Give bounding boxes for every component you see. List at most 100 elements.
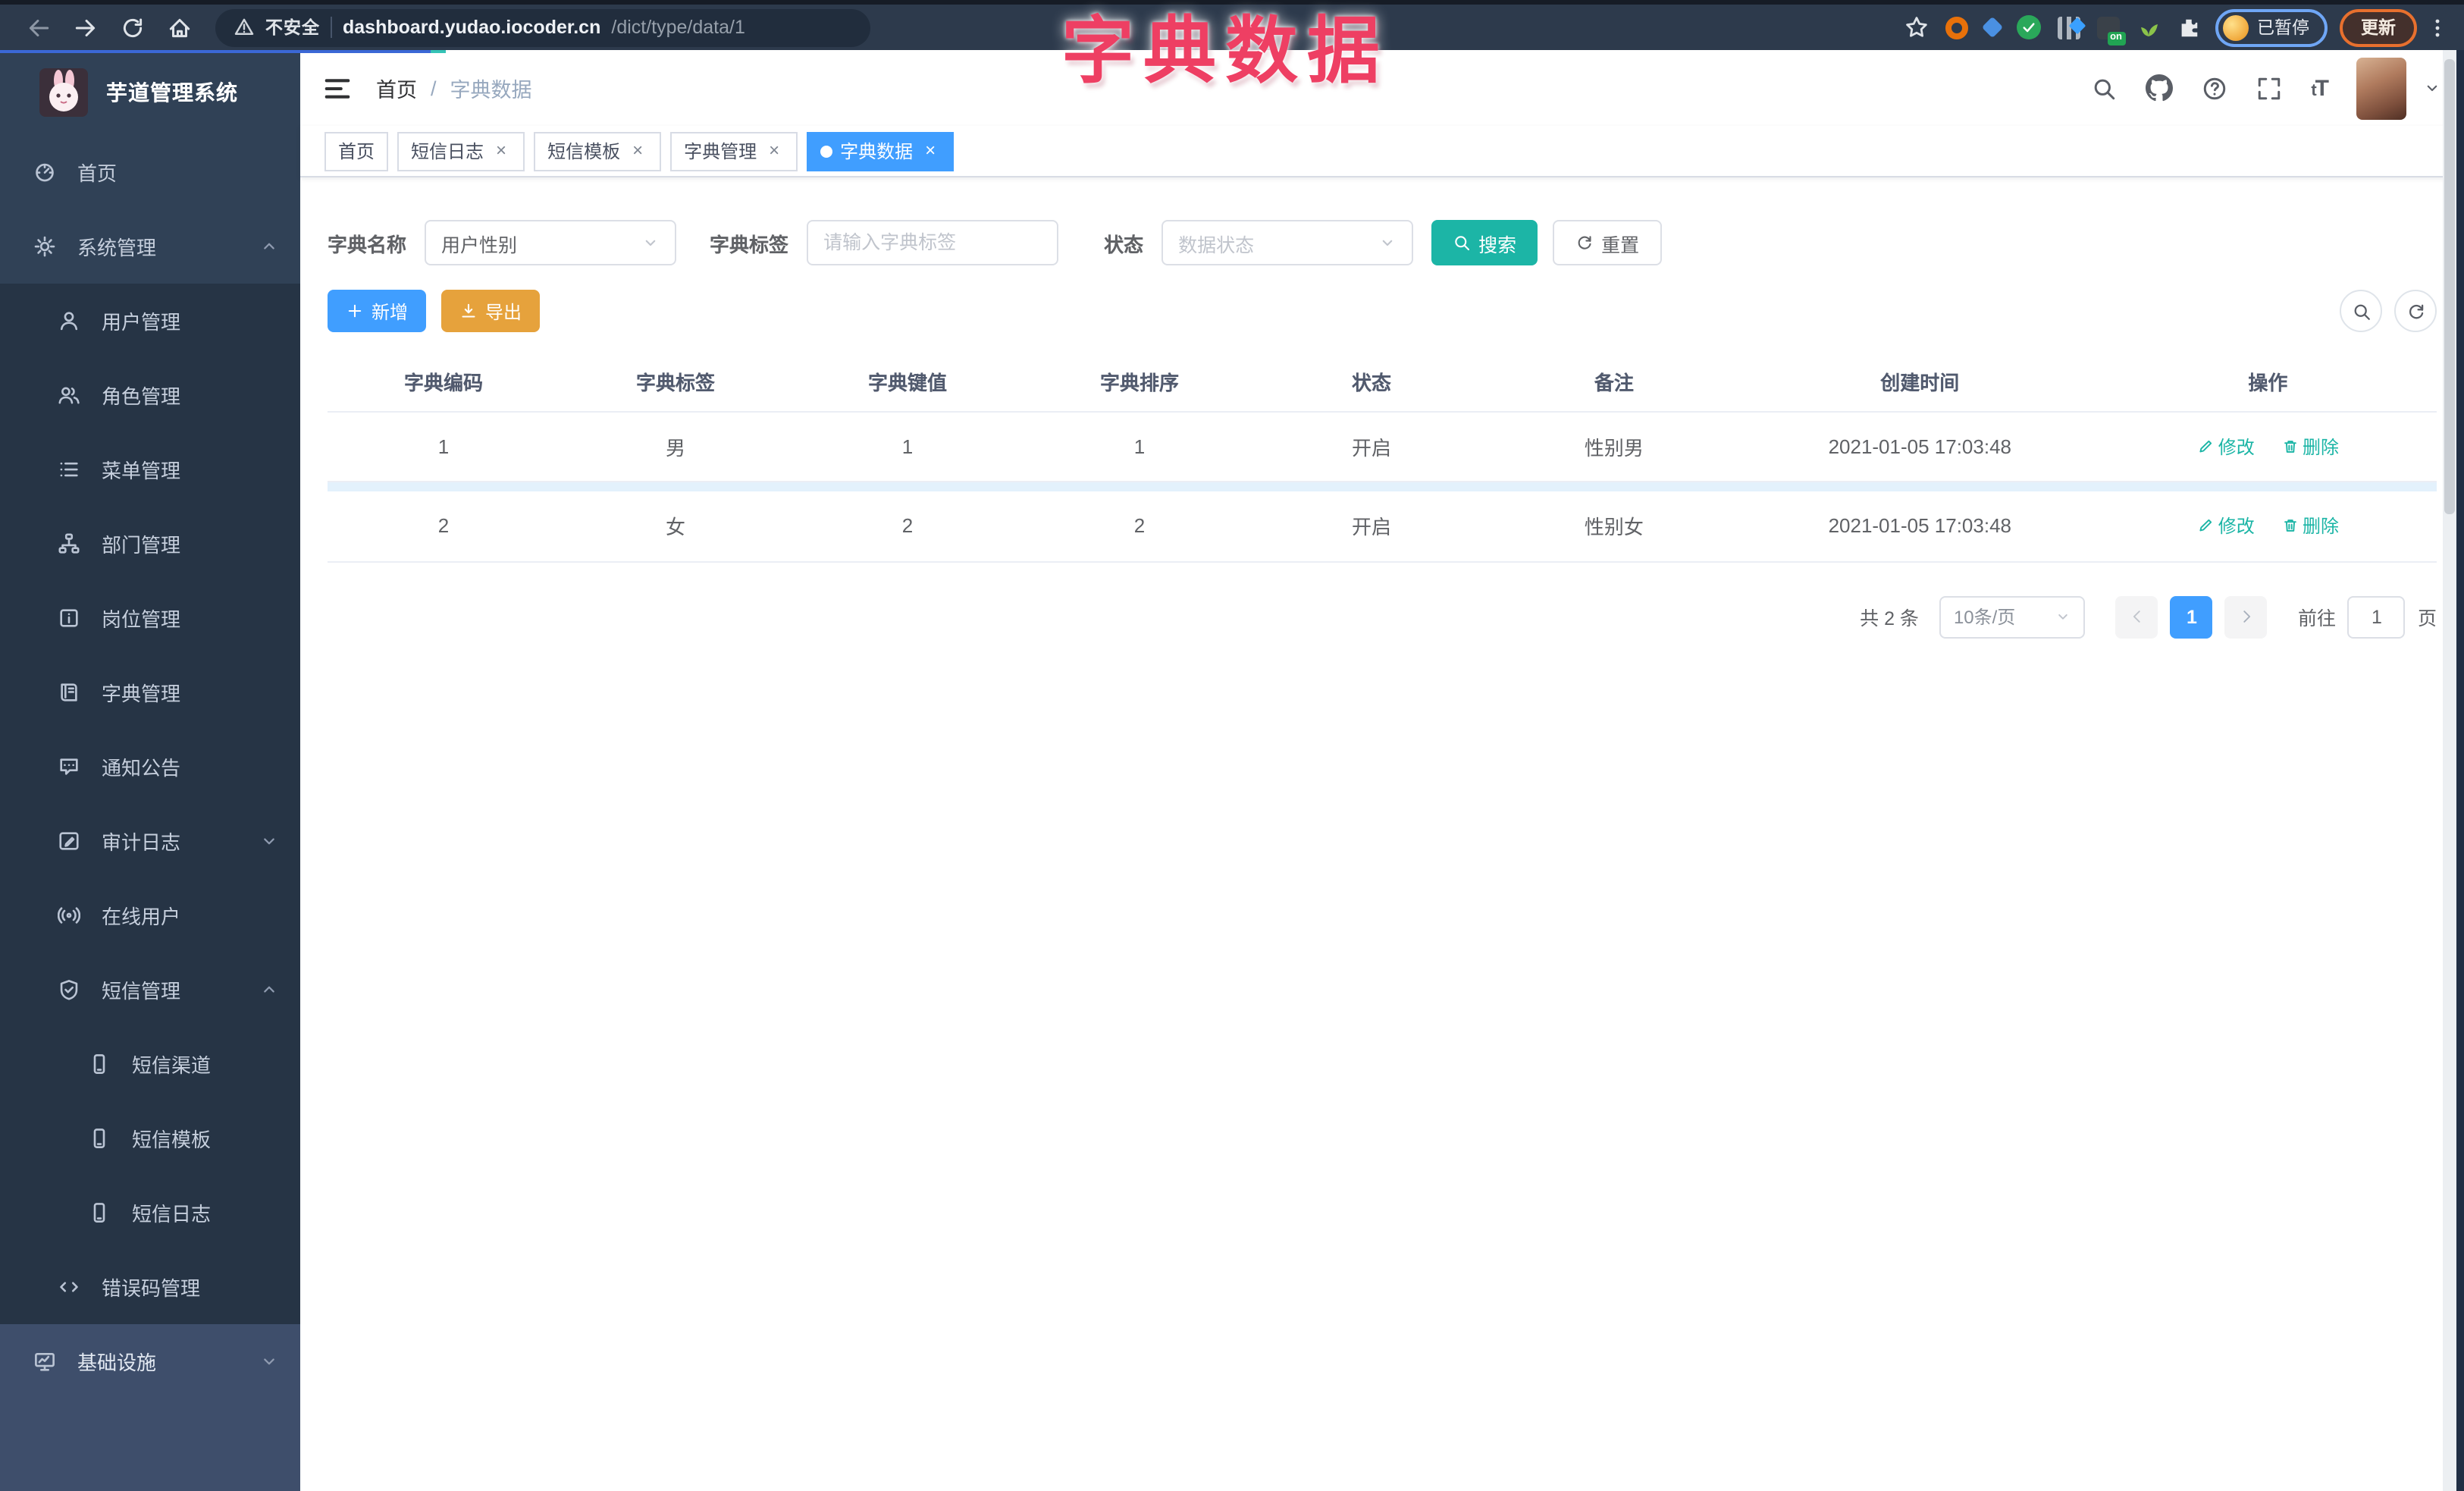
sidebar-item-sms-management[interactable]: 短信管理 [0, 953, 300, 1027]
tags-view-bar: 首页 短信日志 × 短信模板 × 字典管理 × 字典数据 × [300, 126, 2464, 177]
badge-icon [58, 607, 80, 629]
close-icon[interactable]: × [491, 141, 511, 161]
delete-button[interactable]: 删除 [2281, 433, 2339, 459]
sidebar-item-notice[interactable]: 通知公告 [0, 730, 300, 804]
sidebar-item-role-management[interactable]: 角色管理 [0, 358, 300, 432]
phone-icon [88, 1201, 111, 1224]
org-tree-icon [58, 532, 80, 555]
trash-icon [2281, 518, 2298, 535]
tab-sms-template[interactable]: 短信模板 × [534, 131, 662, 171]
message-icon [58, 755, 80, 778]
sidebar-item-audit-log[interactable]: 审计日志 [0, 804, 300, 878]
status-select[interactable]: 数据状态 [1161, 220, 1414, 265]
window-edge [2456, 50, 2464, 1491]
table-row: 2 女 2 2 开启 性别女 2021-01-05 17:03:48 修改 删除 [328, 491, 2437, 562]
kebab-menu-icon[interactable] [2426, 16, 2449, 39]
total-count: 共 2 条 [1860, 608, 1919, 629]
search-icon[interactable] [2091, 75, 2117, 101]
tab-home[interactable]: 首页 [324, 131, 389, 171]
sidebar-logo[interactable]: 芋道管理系统 [0, 50, 300, 135]
next-page-button[interactable] [2224, 595, 2268, 638]
home-icon[interactable] [167, 14, 193, 40]
edit-button[interactable]: 修改 [2197, 513, 2255, 539]
sidebar-item-sms-template[interactable]: 短信模板 [0, 1101, 300, 1176]
tab-dict-data[interactable]: 字典数据 × [807, 131, 955, 171]
pagination: 共 2 条 10条/页 1 前往 页 [328, 595, 2437, 638]
font-size-icon[interactable]: tT [2311, 75, 2329, 101]
update-button[interactable]: 更新 [2340, 8, 2417, 46]
sidebar-item-error-code[interactable]: 错误码管理 [0, 1250, 300, 1324]
dashboard-icon [33, 161, 56, 184]
dict-name-select[interactable]: 用户性别 [425, 220, 677, 265]
help-icon[interactable] [2202, 75, 2227, 101]
dict-tag-input[interactable] [823, 232, 1042, 253]
blue-drop-extension-icon[interactable] [1980, 16, 2003, 39]
phone-icon [88, 1127, 111, 1150]
back-icon[interactable] [26, 14, 52, 40]
security-label: 不安全 [265, 20, 320, 38]
breadcrumb-home[interactable]: 首页 [376, 73, 417, 103]
goto-page-input[interactable] [2347, 595, 2406, 638]
sidebar-item-dept-management[interactable]: 部门管理 [0, 507, 300, 581]
bars-extension-icon[interactable] [2057, 16, 2080, 39]
dict-tag-label: 字典标签 [710, 233, 789, 256]
reset-button[interactable]: 重置 [1553, 220, 1663, 265]
sidebar-item-dict-management[interactable]: 字典管理 [0, 655, 300, 730]
scrollbar-track[interactable] [2443, 50, 2456, 1491]
forward-icon[interactable] [73, 14, 99, 40]
caret-down-icon[interactable] [2423, 79, 2441, 97]
prev-page-button[interactable] [2115, 595, 2158, 638]
sidebar-item-sms-channel[interactable]: 短信渠道 [0, 1027, 300, 1101]
sprout-extension-icon[interactable] [2136, 15, 2160, 39]
fullscreen-icon[interactable] [2256, 75, 2282, 101]
row-hover-strip [328, 481, 2437, 491]
profile-paused-badge[interactable]: 已暂停 [2215, 8, 2328, 46]
scrollbar-thumb[interactable] [2444, 59, 2455, 514]
tab-sms-log[interactable]: 短信日志 × [397, 131, 525, 171]
sidebar-item-user-management[interactable]: 用户管理 [0, 284, 300, 358]
chevron-down-icon [259, 1351, 279, 1371]
sidebar-item-post-management[interactable]: 岗位管理 [0, 581, 300, 655]
chevron-down-icon [2055, 608, 2072, 625]
not-secure-warning-icon [234, 17, 255, 38]
edit-button[interactable]: 修改 [2197, 433, 2255, 459]
current-page-button[interactable]: 1 [2170, 595, 2213, 638]
hamburger-icon[interactable] [323, 74, 352, 102]
sidebar-item-system-management[interactable]: 系统管理 [0, 209, 300, 284]
edit-log-icon [58, 830, 80, 852]
search-form: 字典名称 用户性别 字典标签 状态 数据状态 [328, 220, 2437, 265]
bookmark-star-icon[interactable] [1904, 15, 1928, 39]
tab-dict-management[interactable]: 字典管理 × [670, 131, 798, 171]
breadcrumb-current: 字典数据 [450, 79, 532, 102]
green-check-extension-icon[interactable] [2016, 15, 2040, 39]
goto-label: 前往 [2297, 608, 2336, 629]
add-button[interactable]: 新增 [328, 290, 427, 332]
table-header-row: 字典编码 字典标签 字典键值 字典排序 状态 备注 创建时间 操作 [328, 353, 2437, 412]
sidebar-item-infrastructure[interactable]: 基础设施 [0, 1324, 300, 1398]
navbar-right: tT [2091, 57, 2441, 119]
refresh-icon [1575, 234, 1594, 252]
orange-ring-extension-icon[interactable] [1945, 16, 1967, 39]
page-content: 字典名称 用户性别 字典标签 状态 数据状态 [300, 177, 2464, 1491]
delete-button[interactable]: 删除 [2281, 513, 2339, 539]
search-toggle-icon [2351, 301, 2371, 321]
search-button[interactable]: 搜索 [1431, 220, 1538, 265]
close-icon[interactable]: × [920, 141, 940, 161]
reload-icon[interactable] [120, 14, 146, 40]
close-icon[interactable]: × [764, 141, 784, 161]
github-icon[interactable] [2146, 74, 2173, 102]
user-avatar[interactable] [2356, 57, 2406, 119]
close-icon[interactable]: × [628, 141, 647, 161]
export-button[interactable]: 导出 [441, 290, 541, 332]
address-bar[interactable]: 不安全 dashboard.yudao.iocoder.cn/dict/type… [215, 8, 870, 46]
on-extension-icon[interactable]: on [2096, 16, 2125, 45]
sidebar-item-online-users[interactable]: 在线用户 [0, 878, 300, 953]
puzzle-extensions-icon[interactable] [2177, 16, 2199, 39]
sidebar-item-sms-log[interactable]: 短信日志 [0, 1176, 300, 1250]
sidebar-item-home[interactable]: 首页 [0, 135, 300, 209]
refresh-button[interactable] [2394, 290, 2437, 332]
sidebar-item-menu-management[interactable]: 菜单管理 [0, 432, 300, 507]
search-toggle-button[interactable] [2340, 290, 2382, 332]
page-size-select[interactable]: 10条/页 [1939, 595, 2086, 638]
user-icon [58, 309, 80, 332]
